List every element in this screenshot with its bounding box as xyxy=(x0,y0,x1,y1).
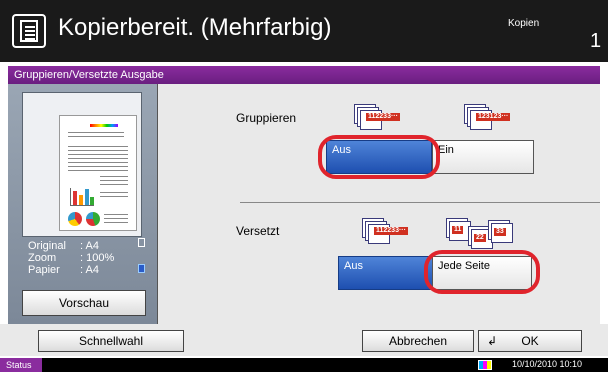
paper-tray-icon xyxy=(138,264,145,273)
ok-button[interactable]: ↲ OK xyxy=(478,330,582,352)
preview-button[interactable]: Vorschau xyxy=(22,290,146,316)
gruppieren-label: Gruppieren xyxy=(236,111,297,125)
ok-label: OK xyxy=(521,334,539,348)
copy-count: 1 xyxy=(590,30,602,52)
paper-orientation-icon xyxy=(138,238,145,247)
versetzt-label: Versetzt xyxy=(236,224,280,238)
quick-setup-button[interactable]: Schnellwahl xyxy=(38,330,184,352)
status-bar: Status 10/10/2010 10:10 xyxy=(0,358,608,372)
cancel-button[interactable]: Abbrechen xyxy=(362,330,474,352)
mode-label: Kopien xyxy=(508,18,540,29)
highlight-ring xyxy=(318,135,440,179)
preview-panel: Original: A4 Zoom: 100% Papier: A4 Vorsc… xyxy=(8,84,158,324)
header: Kopierbereit. (Mehrfarbig) Kopien 1 xyxy=(0,0,608,62)
preview-frame xyxy=(22,92,142,237)
datetime: 10/10/2010 10:10 xyxy=(512,359,583,369)
copy-document-icon xyxy=(12,14,46,48)
panel-title: Gruppieren/Versetzte Ausgabe xyxy=(8,66,600,84)
enter-icon: ↲ xyxy=(487,334,498,348)
toner-icon xyxy=(478,360,492,370)
settings-panel: Original: A4 Zoom: 100% Papier: A4 Vorsc… xyxy=(8,84,600,324)
header-title: Kopierbereit. (Mehrfarbig) xyxy=(58,14,332,41)
bottom-bar: Schnellwahl Abbrechen ↲ OK xyxy=(0,324,608,356)
preview-page-thumbnail xyxy=(59,115,137,231)
highlight-ring xyxy=(424,250,540,294)
gruppieren-ein-button[interactable]: Ein xyxy=(432,140,534,174)
divider xyxy=(240,202,600,203)
status-button[interactable]: Status xyxy=(0,358,42,372)
